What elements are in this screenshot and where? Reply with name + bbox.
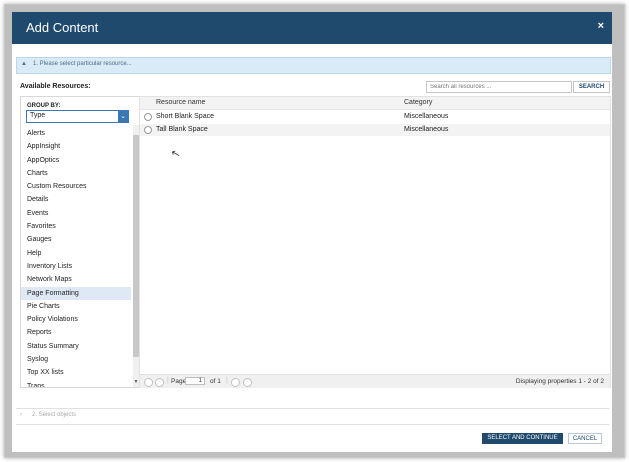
chevron-down-icon[interactable]: ⌄ [118,111,128,122]
available-resources-label: Available Resources: [20,83,91,90]
group-by-value: Type [30,112,46,119]
page-of-label: of 1 [210,378,221,385]
page-number-input[interactable]: 1 [185,377,205,385]
step-1-header[interactable]: ▲ 1. Please select particular resource..… [16,57,611,74]
list-item[interactable]: Top XX lists [21,366,131,379]
pager: | Page 1 of 1 | Displaying properties 1 … [140,374,610,388]
cancel-button[interactable]: CANCEL [568,433,602,444]
list-item[interactable]: AppInsight [21,140,131,153]
list-item[interactable]: Status Summary [21,340,131,353]
column-header-resource-name[interactable]: Resource name [156,99,205,106]
pager-divider: | [226,377,228,384]
list-item[interactable]: Policy Violations [21,313,131,326]
cell-category: Miscellaneous [404,113,449,120]
search-input[interactable] [427,82,571,92]
list-item[interactable]: Alerts [21,127,131,140]
expand-arrow-icon: › [20,412,22,418]
list-item[interactable]: Reports [21,326,131,339]
grid-header: Resource name Category [140,97,610,110]
group-panel: GROUP BY: Type ⌄ Alerts AppInsight AppOpti… [20,96,140,388]
list-item[interactable]: Charts [21,167,131,180]
table-row[interactable]: Short Blank Space Miscellaneous [140,111,610,123]
list-item[interactable]: Events [21,207,131,220]
pager-divider: | [167,377,169,384]
list-item[interactable]: Pie Charts [21,300,131,313]
dialog-title: Add Content [26,20,99,35]
list-item[interactable]: Custom Resources [21,180,131,193]
last-page-button[interactable] [243,378,252,387]
step-2-label: 2. Select objects [32,412,77,418]
group-by-select[interactable]: Type ⌄ [26,110,129,123]
list-item[interactable]: Network Maps [21,273,131,286]
first-page-button[interactable] [144,378,153,387]
list-item[interactable]: Syslog [21,353,131,366]
close-icon[interactable]: × [598,20,604,32]
row-radio[interactable] [144,126,152,134]
list-item[interactable]: Favorites [21,220,131,233]
step-2-header[interactable]: › 2. Select objects [16,408,609,425]
cell-resource-name: Short Blank Space [156,113,214,120]
resource-grid: Resource name Category Short Blank Space… [139,96,611,388]
prev-page-button[interactable] [155,378,164,387]
table-row[interactable]: Tall Blank Space Miscellaneous [140,124,610,136]
dialog-titlebar: Add Content × [12,12,612,44]
list-item[interactable]: AppOptics [21,154,131,167]
cell-resource-name: Tall Blank Space [156,126,208,133]
search-button[interactable]: SEARCH [573,81,610,93]
row-radio[interactable] [144,113,152,121]
collapse-arrow-icon: ▲ [21,61,27,67]
group-by-label: GROUP BY: [27,103,61,109]
category-list: Alerts AppInsight AppOptics Charts Custom Re… [21,127,131,387]
step-1-label: 1. Please select particular resource... [33,61,132,67]
list-item[interactable]: Gauges [21,233,131,246]
list-item[interactable]: Page Formatting [21,286,131,300]
page-label: Page [171,378,187,385]
column-header-category[interactable]: Category [404,99,432,106]
cell-category: Miscellaneous [404,126,449,133]
list-item[interactable]: Inventory Lists [21,260,131,273]
list-item[interactable]: Traps [21,380,131,387]
list-item[interactable]: Details [21,193,131,206]
add-content-dialog: Add Content × ▲ 1. Please select particu… [12,12,612,452]
select-and-continue-button[interactable]: SELECT AND CONTINUE [482,433,563,444]
next-page-button[interactable] [231,378,240,387]
list-item[interactable]: Help [21,247,131,260]
pager-status: Displaying properties 1 - 2 of 2 [515,378,604,385]
search-input-wrapper [426,81,572,93]
